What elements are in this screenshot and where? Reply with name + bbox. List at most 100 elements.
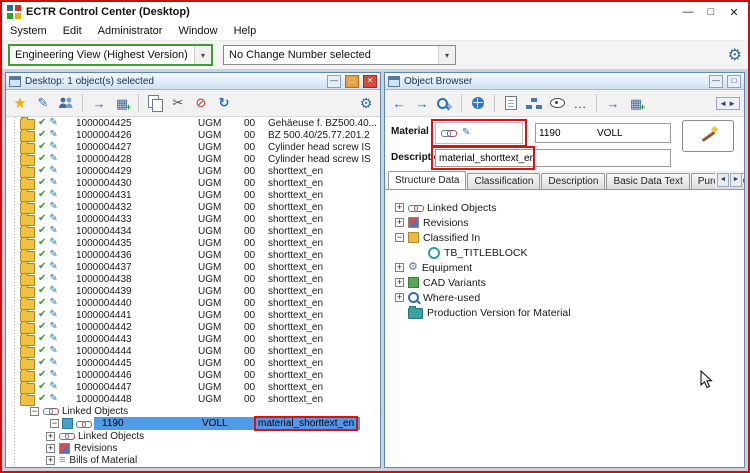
panel-maximize-button[interactable]: □ [727, 74, 741, 88]
table-row[interactable]: ✔ ✎ 1000004433 UGM 00 shorttext_en [6, 212, 380, 226]
tree-item[interactable]: Production Version for Material [395, 305, 744, 320]
tab-scroll-right-icon[interactable]: ► [730, 173, 742, 187]
send-forward-button[interactable]: → [603, 93, 623, 113]
tab[interactable]: Structure Data [388, 171, 467, 189]
tree-item[interactable]: + ⚙ Equipment [395, 260, 744, 275]
table-row[interactable]: ✔ ✎ 1000004443 UGM 00 shorttext_en [6, 332, 380, 346]
table-row[interactable]: ✔ ✎ 1000004438 UGM 00 shorttext_en [6, 272, 380, 286]
add-to-table-button[interactable]: ▦ [626, 93, 646, 114]
tree-item[interactable]: + Linked Objects [6, 430, 380, 442]
expander-icon[interactable]: + [395, 278, 404, 287]
structure-button[interactable] [524, 93, 544, 113]
selected-material-row[interactable]: − 1190 VOLL material_shorttext_en [6, 416, 380, 431]
collapse-panel-button[interactable]: ◄► [716, 96, 740, 110]
material-value-field[interactable]: 1190 VOLL [535, 123, 671, 143]
table-row[interactable]: ✔ ✎ 1000004434 UGM 00 shorttext_en [6, 224, 380, 238]
tree-item[interactable]: + Revisions [6, 442, 380, 454]
maximize-button[interactable]: □ [702, 6, 720, 18]
link-icon [76, 420, 92, 428]
tree-item[interactable]: + CAD Variants [395, 275, 744, 290]
tab[interactable]: Classification [467, 173, 541, 189]
find-edit-button[interactable]: ✎ [435, 93, 455, 113]
document-button[interactable] [501, 93, 521, 113]
expander-icon[interactable]: + [395, 218, 404, 227]
table-row[interactable]: ✔ ✎ 1000004446 UGM 00 shorttext_en [6, 368, 380, 382]
panel-minimize-button[interactable]: — [709, 74, 723, 88]
menu-item[interactable]: Window [170, 25, 225, 37]
table-row[interactable]: ✔ ✎ 1000004432 UGM 00 shorttext_en [6, 200, 380, 214]
table-row[interactable]: ✔ ✎ 1000004426 UGM 00 BZ 500.40/25.77.20… [6, 128, 380, 142]
table-row[interactable]: ✔ ✎ 1000004429 UGM 00 shorttext_en [6, 164, 380, 178]
tree-item[interactable]: + Revisions [395, 215, 744, 230]
table-row[interactable]: ✔ ✎ 1000004430 UGM 00 shorttext_en [6, 176, 380, 190]
tree-item[interactable]: + Linked Objects [395, 200, 744, 215]
users-button[interactable] [56, 93, 76, 113]
table-row[interactable]: ✔ ✎ 1000004445 UGM 00 shorttext_en [6, 356, 380, 370]
expander-icon[interactable]: − [30, 406, 39, 416]
refresh-button[interactable]: ↻ [214, 93, 234, 113]
table-row[interactable]: ✔ ✎ 1000004436 UGM 00 shorttext_en [6, 248, 380, 262]
table-row[interactable]: ✔ ✎ 1000004437 UGM 00 shorttext_en [6, 260, 380, 274]
tab[interactable]: Description [541, 173, 606, 189]
magic-wand-button[interactable] [682, 120, 734, 152]
chevron-down-icon[interactable]: ▾ [194, 46, 211, 64]
table-row[interactable]: ✔ ✎ 1000004431 UGM 00 shorttext_en [6, 188, 380, 202]
panel-close-button[interactable]: ✕ [363, 74, 377, 88]
edit-button[interactable]: ✎ [33, 93, 53, 113]
view-selector[interactable]: Engineering View (Highest Version) ▾ [8, 44, 213, 66]
material-link-box[interactable]: ✎ [435, 122, 523, 144]
table-row[interactable]: ✔ ✎ 1000004425 UGM 00 Gehäeuse f. BZ500.… [6, 117, 380, 130]
expander-icon[interactable]: + [395, 203, 404, 212]
panel-minimize-button[interactable]: — [327, 74, 341, 88]
change-number-selector[interactable]: No Change Number selected ▾ [223, 45, 456, 65]
table-row[interactable]: ✔ ✎ 1000004444 UGM 00 shorttext_en [6, 344, 380, 358]
table-row[interactable]: ✔ ✎ 1000004427 UGM 00 Cylinder head scre… [6, 140, 380, 154]
portal-button[interactable] [468, 93, 488, 113]
expander-icon[interactable]: + [395, 293, 404, 302]
expander-icon[interactable]: + [46, 455, 55, 465]
forward-button[interactable]: → [412, 93, 432, 113]
table-row[interactable]: ✔ ✎ 1000004440 UGM 00 shorttext_en [6, 296, 380, 310]
table-row[interactable]: ✔ ✎ 1000004428 UGM 00 Cylinder head scre… [6, 152, 380, 166]
more-actions-button[interactable]: … [570, 93, 590, 113]
desktop-panel-header[interactable]: Desktop: 1 object(s) selected — □ ✕ [6, 73, 380, 90]
table-row[interactable]: ✔ ✎ 1000004439 UGM 00 shorttext_en [6, 284, 380, 298]
menu-item[interactable]: Help [226, 25, 265, 37]
description-field[interactable]: material_shorttext_en [435, 149, 671, 167]
settings-gear-icon[interactable]: ⚙ [728, 45, 742, 65]
tree-item[interactable]: − Classified In [395, 230, 744, 245]
expander-icon[interactable]: − [50, 419, 59, 428]
tab[interactable]: Basic Data Text [606, 173, 690, 189]
table-row[interactable]: ✔ ✎ 1000004435 UGM 00 shorttext_en [6, 236, 380, 250]
menu-item[interactable]: System [2, 25, 55, 37]
back-button[interactable]: ← [389, 93, 409, 113]
tab-scroll-left-icon[interactable]: ◄ [717, 173, 729, 187]
menu-item[interactable]: Administrator [90, 25, 171, 37]
object-browser-header[interactable]: Object Browser — □ [385, 73, 744, 90]
menu-item[interactable]: Edit [55, 25, 90, 37]
table-row[interactable]: ✔ ✎ 1000004442 UGM 00 shorttext_en [6, 320, 380, 334]
tree-item[interactable]: + Where-used [395, 290, 744, 305]
row-version: 00 [244, 333, 256, 345]
panel-settings-gear-button[interactable]: ⚙ [356, 93, 376, 113]
chevron-down-icon[interactable]: ▾ [438, 46, 455, 64]
table-row[interactable]: ✔ ✎ 1000004441 UGM 00 shorttext_en [6, 308, 380, 322]
tree-item[interactable]: + ≡ Bills of Material [6, 454, 380, 466]
close-button[interactable]: ✕ [725, 6, 743, 19]
view-button[interactable] [547, 93, 567, 113]
panel-maximize-button[interactable]: □ [345, 74, 359, 88]
minimize-button[interactable]: — [679, 6, 697, 18]
cut-button[interactable]: ✂ [168, 93, 188, 113]
table-row[interactable]: ✔ ✎ 1000004447 UGM 00 shorttext_en [6, 380, 380, 394]
copy-button[interactable] [145, 93, 165, 113]
tree-item[interactable]: TB_TITLEBLOCK [415, 245, 744, 260]
expander-icon[interactable]: + [46, 431, 55, 441]
expander-icon[interactable]: + [395, 263, 404, 272]
send-forward-button[interactable]: → [89, 93, 109, 113]
table-row[interactable]: ✔ ✎ 1000004448 UGM 00 shorttext_en [6, 392, 380, 406]
delete-button[interactable]: ⊘ [191, 93, 211, 113]
favorites-star-button[interactable]: ★ [10, 93, 30, 113]
expander-icon[interactable]: − [395, 233, 404, 242]
add-to-table-button[interactable]: ▦ [112, 93, 132, 114]
expander-icon[interactable]: + [46, 443, 55, 453]
